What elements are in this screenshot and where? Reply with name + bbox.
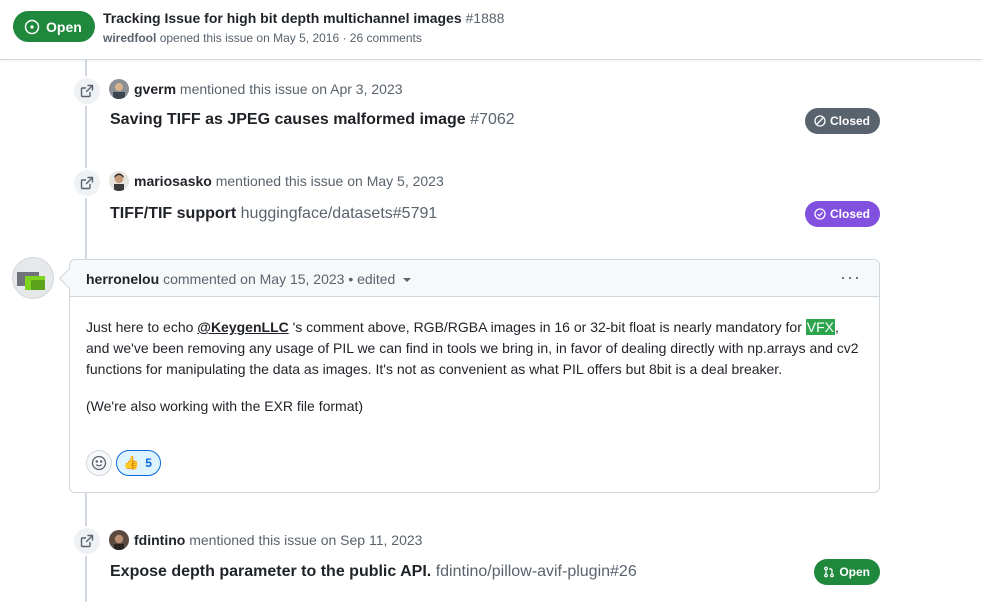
referenced-issue-number[interactable]: fdintino/pillow-avif-plugin#26 — [436, 563, 637, 580]
referenced-issue-link[interactable]: Saving TIFF as JPEG causes malformed ima… — [110, 111, 515, 129]
check-circle-icon — [814, 208, 826, 220]
issue-opened-icon — [24, 19, 40, 34]
issue-meta-text: opened this issue on May 5, 2016 · 26 co… — [159, 31, 422, 45]
referenced-issue-title[interactable]: Saving TIFF as JPEG causes malformed ima… — [110, 111, 466, 128]
issue-meta: wiredfool opened this issue on May 5, 20… — [103, 31, 422, 45]
timeline-event: fdintino mentioned this issue on Sep 11,… — [0, 525, 982, 585]
referenced-issue-number[interactable]: #7062 — [470, 111, 515, 128]
smiley-icon — [91, 455, 107, 471]
user-mention-link[interactable]: @KeygenLLC — [197, 319, 288, 335]
chevron-down-icon[interactable] — [403, 278, 412, 282]
timeline-event: gverm mentioned this issue on Apr 3, 202… — [0, 74, 982, 134]
cross-reference-icon — [72, 168, 102, 198]
kebab-horizontal-icon[interactable]: ··· — [840, 268, 861, 286]
issue-sticky-header: Open Tracking Issue for high bit depth m… — [0, 0, 982, 60]
event-user-link[interactable]: gverm — [134, 81, 176, 97]
add-reaction-button[interactable] — [86, 450, 112, 476]
highlighted-text: VFX — [805, 319, 835, 335]
timeline-event: mariosasko mentioned this issue on May 5… — [0, 166, 982, 227]
event-user-link[interactable]: mariosasko — [134, 173, 212, 189]
comment-paragraph: (We're also working with the EXR file fo… — [86, 398, 364, 414]
status-label: Closed — [829, 114, 870, 128]
issue-author-link[interactable]: wiredfool — [103, 31, 156, 45]
referenced-issue-link[interactable]: Expose depth parameter to the public API… — [110, 563, 637, 581]
status-badge: Closed — [804, 108, 880, 134]
event-action-text: mentioned this issue on Sep 11, 2023 — [189, 532, 423, 548]
comment-meta[interactable]: commented on May 15, 2023 • edited — [163, 271, 395, 287]
referenced-issue-link[interactable]: TIFF/TIF support huggingface/datasets#57… — [110, 205, 437, 223]
referenced-issue-title[interactable]: TIFF/TIF support — [110, 205, 236, 222]
cross-reference-icon — [72, 76, 102, 106]
event-actor: fdintino mentioned this issue on Sep 11,… — [134, 532, 422, 548]
issue-title[interactable]: Tracking Issue for high bit depth multic… — [103, 10, 504, 26]
status-badge: Open — [814, 559, 880, 585]
issue-state-label: Open — [46, 18, 82, 35]
comment-text: Just here to echo — [86, 319, 198, 335]
comment-body: Just here to echo @KeygenLLC 's comment … — [70, 297, 879, 417]
issue-state-badge: Open — [13, 11, 95, 42]
status-label: Closed — [829, 207, 870, 221]
issue-comment: herronelou commented on May 15, 2023 • e… — [69, 259, 880, 493]
status-label: Open — [839, 565, 870, 579]
avatar[interactable] — [109, 171, 129, 191]
event-action-text: mentioned this issue on Apr 3, 2023 — [179, 81, 403, 97]
referenced-issue-title[interactable]: Expose depth parameter to the public API… — [110, 563, 431, 580]
comment-header: herronelou commented on May 15, 2023 • e… — [70, 260, 879, 297]
thumbs-up-icon: 👍 — [123, 455, 140, 470]
avatar[interactable] — [12, 257, 54, 299]
status-badge: Closed — [804, 201, 880, 227]
thumbs-up-reaction-button[interactable]: 👍 5 — [116, 450, 161, 476]
cross-reference-icon — [72, 526, 102, 556]
comment-text: 's comment above, RGB/RGBA images in 16 … — [288, 319, 806, 335]
event-user-link[interactable]: fdintino — [134, 532, 185, 548]
skip-circle-icon — [814, 115, 826, 127]
issue-title-text[interactable]: Tracking Issue for high bit depth multic… — [103, 10, 462, 26]
avatar[interactable] — [109, 530, 129, 550]
referenced-issue-number[interactable]: huggingface/datasets#5791 — [241, 205, 438, 222]
pull-request-icon — [824, 566, 835, 578]
event-action-text: mentioned this issue on May 5, 2023 — [215, 173, 444, 189]
reactions-bar: 👍 5 — [86, 450, 161, 476]
event-actor: mariosasko mentioned this issue on May 5… — [134, 173, 444, 189]
issue-number: #1888 — [465, 10, 505, 26]
comment-author-link[interactable]: herronelou — [86, 271, 159, 287]
comment-paragraph: Just here to echo @KeygenLLC 's comment … — [86, 317, 863, 380]
avatar[interactable] — [109, 79, 129, 99]
event-actor: gverm mentioned this issue on Apr 3, 202… — [134, 81, 403, 97]
reaction-count: 5 — [145, 456, 152, 470]
comment-author-line: herronelou commented on May 15, 2023 • e… — [86, 271, 412, 287]
